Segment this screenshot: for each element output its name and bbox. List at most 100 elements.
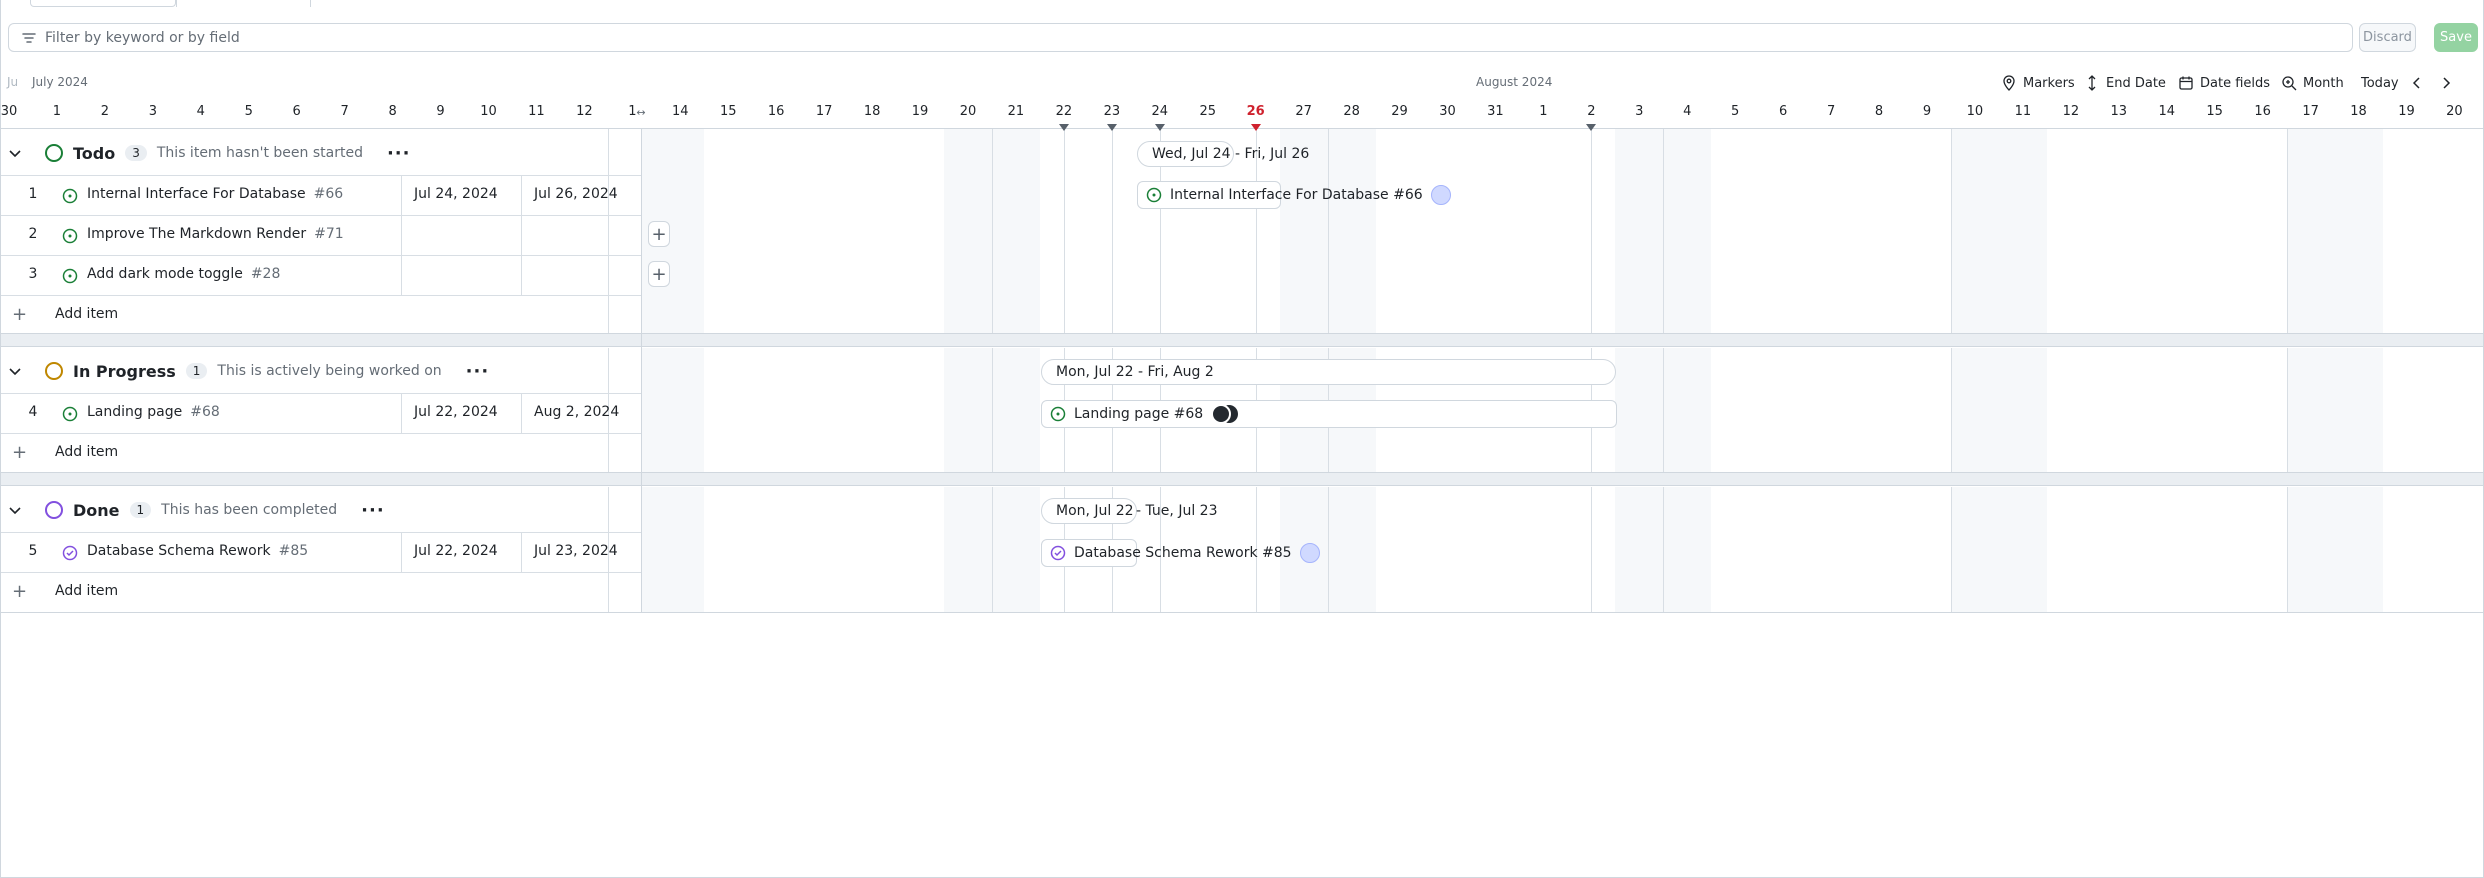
today-button[interactable]: Today bbox=[2361, 74, 2399, 92]
add-date-button[interactable]: + bbox=[648, 221, 670, 247]
end-date-cell[interactable] bbox=[521, 216, 641, 256]
day-label: 9 bbox=[1922, 104, 1932, 119]
item-title[interactable]: Improve The Markdown Render bbox=[87, 226, 306, 242]
zoom-button[interactable]: Month bbox=[2281, 74, 2344, 92]
end-date-button[interactable]: End Date bbox=[2084, 74, 2166, 92]
table-row[interactable]: 1 Internal Interface For Database #66 Jul… bbox=[0, 176, 641, 216]
weekend-shade bbox=[656, 487, 705, 612]
weekend-shade bbox=[1663, 348, 1712, 472]
add-item-label[interactable]: Add item bbox=[55, 306, 118, 322]
start-date-cell[interactable] bbox=[401, 216, 521, 256]
weekend-shade bbox=[1950, 129, 1999, 333]
chevron-right-icon bbox=[2443, 77, 2451, 89]
day-label: 25 bbox=[1199, 104, 1217, 119]
start-date-cell[interactable]: Jul 24, 2024 bbox=[401, 176, 521, 216]
more-options-icon[interactable]: ··· bbox=[361, 500, 385, 521]
weekend-shade bbox=[2334, 487, 2383, 612]
grid-line bbox=[2287, 348, 2288, 472]
date-marker[interactable] bbox=[1586, 124, 1597, 131]
discard-button[interactable]: Discard bbox=[2359, 23, 2416, 52]
status-todo-icon bbox=[45, 144, 63, 162]
chevron-down-icon[interactable] bbox=[3, 141, 27, 165]
filter-input[interactable]: Filter by keyword or by field bbox=[8, 23, 2353, 52]
markers-button[interactable]: Markers bbox=[2001, 74, 2075, 92]
group-description: This item hasn't been started bbox=[156, 145, 363, 161]
day-label: 1 bbox=[52, 104, 62, 119]
day-label: 28 bbox=[1343, 104, 1360, 119]
date-range-label: Wed, Jul 24 - Fri, Jul 26 bbox=[1152, 146, 1310, 162]
grid-line bbox=[992, 487, 993, 612]
grid-line bbox=[1591, 129, 1592, 333]
today-marker[interactable] bbox=[1250, 124, 1261, 131]
add-item-row[interactable]: + Add item bbox=[0, 296, 641, 336]
timeline-bar-85[interactable]: Database Schema Rework #85 bbox=[1041, 539, 1320, 567]
pane-resize-handle-icon[interactable]: ↔ bbox=[633, 106, 649, 120]
avatar bbox=[1211, 404, 1232, 424]
date-marker[interactable] bbox=[1106, 124, 1117, 131]
timeline-bar-68[interactable]: Landing page #68 bbox=[1041, 400, 1617, 428]
day-label: 8 bbox=[1874, 104, 1884, 119]
start-date-cell[interactable]: Jul 22, 2024 bbox=[401, 533, 521, 573]
end-date-cell[interactable]: Aug 2, 2024 bbox=[521, 394, 641, 434]
timeline-bar-66[interactable]: Internal Interface For Database #66 bbox=[1137, 181, 1451, 209]
group-separator bbox=[0, 472, 2484, 486]
add-item-row[interactable]: + Add item bbox=[0, 573, 641, 613]
tab-current[interactable] bbox=[30, 0, 176, 7]
month-label-july: July 2024 bbox=[32, 75, 88, 89]
more-options-icon[interactable]: ··· bbox=[466, 361, 490, 382]
end-date-cell[interactable]: Jul 26, 2024 bbox=[521, 176, 641, 216]
day-label: 3 bbox=[148, 104, 157, 119]
item-title[interactable]: Landing page bbox=[87, 404, 182, 420]
add-item-label[interactable]: Add item bbox=[55, 583, 118, 599]
table-row[interactable]: 3 Add dark mode toggle #28 bbox=[0, 256, 641, 296]
day-label: 16 bbox=[2254, 104, 2271, 119]
issue-open-icon bbox=[62, 406, 78, 422]
day-label: 13 bbox=[2110, 104, 2128, 119]
weekend-shade bbox=[991, 348, 1040, 472]
day-label: 2 bbox=[100, 104, 110, 119]
item-title[interactable]: Database Schema Rework bbox=[87, 543, 271, 559]
issue-open-icon bbox=[1050, 406, 1066, 422]
weekend-shade bbox=[991, 129, 1040, 333]
end-date-cell[interactable]: Jul 23, 2024 bbox=[521, 533, 641, 573]
prev-button[interactable] bbox=[2409, 74, 2425, 92]
chevron-down-icon[interactable] bbox=[3, 359, 27, 383]
more-options-icon[interactable]: ··· bbox=[387, 143, 411, 164]
day-label: 20 bbox=[959, 104, 977, 119]
group-header-done[interactable]: Done 1 This has been completed ··· bbox=[0, 487, 641, 533]
start-date-cell[interactable]: Jul 22, 2024 bbox=[401, 394, 521, 434]
day-label: 19 bbox=[2398, 104, 2415, 119]
add-item-row[interactable]: + Add item bbox=[0, 434, 641, 474]
date-marker[interactable] bbox=[1154, 124, 1165, 131]
group-description: This has been completed bbox=[161, 502, 338, 518]
day-label: 18 bbox=[863, 104, 881, 119]
add-date-button[interactable]: + bbox=[648, 261, 670, 287]
grid-line bbox=[992, 348, 993, 472]
item-title[interactable]: Internal Interface For Database bbox=[87, 186, 306, 202]
end-date-cell[interactable] bbox=[521, 256, 641, 296]
group-header-todo[interactable]: Todo 3 This item hasn't been started ··· bbox=[0, 130, 641, 176]
group-name: Todo bbox=[73, 143, 116, 163]
day-label: 23 bbox=[1103, 104, 1121, 119]
grid-line bbox=[992, 129, 993, 333]
date-fields-button[interactable]: Date fields bbox=[2178, 74, 2270, 92]
issue-open-icon bbox=[1146, 187, 1162, 203]
start-date-cell[interactable] bbox=[401, 256, 521, 296]
day-label: 14 bbox=[2158, 104, 2176, 119]
grid-line bbox=[1591, 487, 1592, 612]
table-row[interactable]: 5 Database Schema Rework #85 Jul 22, 2024… bbox=[0, 533, 641, 573]
next-button[interactable] bbox=[2438, 74, 2454, 92]
table-row[interactable]: 4 Landing page #68 Jul 22, 2024 Aug 2, 20… bbox=[0, 394, 641, 434]
bar-label: Landing page #68 bbox=[1074, 406, 1204, 422]
chevron-down-icon[interactable] bbox=[3, 498, 27, 522]
weekend-shade bbox=[656, 348, 705, 472]
date-marker[interactable] bbox=[1058, 124, 1069, 131]
filter-icon bbox=[22, 32, 36, 43]
table-row[interactable]: 2 Improve The Markdown Render #71 bbox=[0, 216, 641, 256]
day-label: 30 bbox=[0, 104, 18, 119]
item-title[interactable]: Add dark mode toggle bbox=[87, 266, 243, 282]
date-range-pill: Mon, Jul 22 bbox=[1041, 498, 1137, 524]
add-item-label[interactable]: Add item bbox=[55, 444, 118, 460]
group-header-in-progress[interactable]: In Progress 1 This is actively being wor… bbox=[0, 348, 641, 394]
save-button[interactable]: Save bbox=[2434, 23, 2478, 52]
